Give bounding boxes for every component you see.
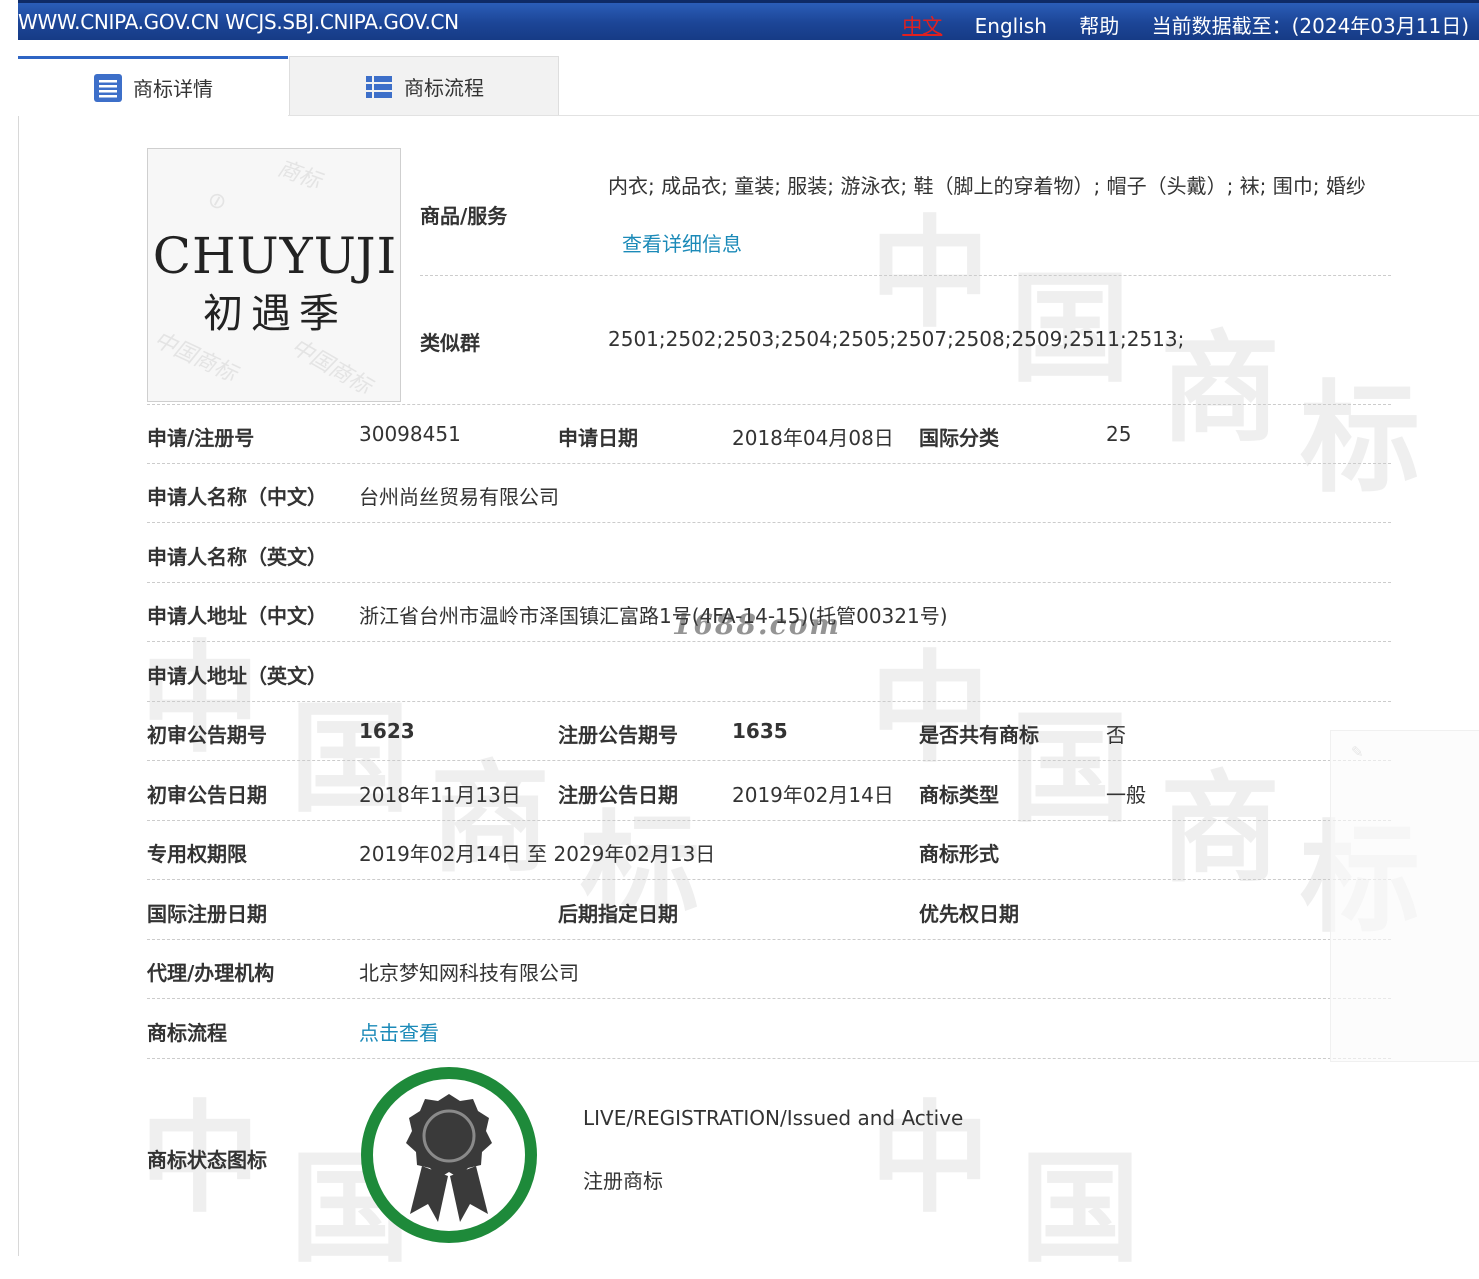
- divider: [147, 522, 1391, 523]
- shared-label: 是否共有商标: [919, 723, 1039, 747]
- term-value: 2019年02月14日 至 2029年02月13日: [359, 842, 716, 866]
- divider: [147, 1058, 1391, 1059]
- similar-group-value: 2501;2502;2503;2504;2505;2507;2508;2509;…: [608, 327, 1185, 351]
- divider: [147, 463, 1391, 464]
- top-header-bar: WWW.CNIPA.GOV.CN WCJS.SBJ.CNIPA.GOV.CN 中…: [18, 0, 1479, 40]
- divider: [147, 760, 1391, 761]
- divider: [147, 939, 1391, 940]
- site-watermark: 1688.com: [672, 608, 842, 641]
- side-panel-icon: ✎: [1351, 743, 1364, 761]
- agent-value: 北京梦知网科技有限公司: [359, 961, 579, 985]
- divider: [147, 641, 1391, 642]
- goods-value: 内衣; 成品衣; 童装; 服装; 游泳衣; 鞋（脚上的穿着物）; 帽子（头戴）;…: [608, 174, 1366, 198]
- tab-flow-label: 商标流程: [404, 76, 484, 100]
- site-urls: WWW.CNIPA.GOV.CN WCJS.SBJ.CNIPA.GOV.CN: [18, 10, 459, 34]
- address-zh-value: 浙江省台州市温岭市泽国镇汇富路1号(4FA-14-15)(托管00321号): [359, 604, 948, 628]
- reg-pub-date-label: 注册公告日期: [558, 783, 678, 807]
- later-date-label: 后期指定日期: [558, 902, 678, 926]
- status-zh-value: 注册商标: [583, 1169, 663, 1193]
- lang-en-link[interactable]: English: [975, 14, 1047, 38]
- applicant-zh-value: 台州尚丝贸易有限公司: [359, 485, 559, 509]
- intl-reg-date-label: 国际注册日期: [147, 902, 267, 926]
- tm-type-value: 一般: [1106, 783, 1146, 807]
- trademark-text-zh: 初遇季: [203, 291, 347, 337]
- top-right-links: 中文 English 帮助 当前数据截至：(2024年03月11日): [876, 10, 1469, 39]
- data-cutoff-text: 当前数据截至：(2024年03月11日): [1151, 14, 1469, 38]
- goods-detail-link[interactable]: 查看详细信息: [622, 228, 742, 257]
- goods-label: 商品/服务: [420, 204, 508, 228]
- intl-class-value: 25: [1106, 422, 1132, 446]
- priority-date-label: 优先权日期: [919, 902, 1019, 926]
- divider: [147, 701, 1391, 702]
- lang-zh-link[interactable]: 中文: [902, 14, 942, 38]
- tab-divider: [288, 115, 1479, 116]
- flow-label: 商标流程: [147, 1021, 227, 1045]
- address-en-label: 申请人地址（英文）: [147, 664, 327, 688]
- tab-trademark-detail[interactable]: 商标详情: [18, 56, 288, 116]
- prelim-no-value: 1623: [359, 719, 415, 743]
- term-label: 专用权期限: [147, 842, 247, 866]
- side-tool-panel[interactable]: ✎: [1330, 730, 1479, 1062]
- divider: [147, 820, 1391, 821]
- status-en-value: LIVE/REGISTRATION/Issued and Active: [583, 1106, 964, 1130]
- tm-form-label: 商标形式: [919, 842, 999, 866]
- prelim-date-label: 初审公告日期: [147, 783, 267, 807]
- applicant-en-label: 申请人名称（英文）: [147, 545, 327, 569]
- app-date-label: 申请日期: [558, 426, 638, 450]
- tab-detail-label: 商标详情: [133, 77, 213, 101]
- divider: [420, 275, 1391, 276]
- document-list-icon: [94, 73, 122, 102]
- prelim-no-label: 初审公告期号: [147, 723, 267, 747]
- reg-no-value: 30098451: [359, 422, 461, 446]
- status-label: 商标状态图标: [147, 1148, 267, 1172]
- trademark-text-en: CHUYUJI: [152, 227, 398, 285]
- flow-view-link[interactable]: 点击查看: [359, 1017, 439, 1046]
- reg-pub-date-value: 2019年02月14日: [732, 783, 894, 807]
- applicant-zh-label: 申请人名称（中文）: [147, 485, 327, 509]
- divider: [147, 582, 1391, 583]
- reg-pub-no-label: 注册公告期号: [558, 723, 678, 747]
- registered-medal-icon: [361, 1067, 537, 1243]
- address-zh-label: 申请人地址（中文）: [147, 604, 327, 628]
- list-icon: [366, 75, 392, 98]
- app-date-value: 2018年04月08日: [732, 426, 894, 450]
- reg-pub-no-value: 1635: [732, 719, 788, 743]
- help-link[interactable]: 帮助: [1079, 14, 1119, 38]
- similar-group-label: 类似群: [420, 331, 480, 355]
- divider: [147, 998, 1391, 999]
- reg-no-label: 申请/注册号: [147, 426, 255, 450]
- divider: [147, 404, 1391, 405]
- prelim-date-value: 2018年11月13日: [359, 783, 521, 807]
- trademark-image: 商标 ⊘ 中国商标 中国商标 CHUYUJI 初遇季: [147, 148, 401, 402]
- tm-type-label: 商标类型: [919, 783, 999, 807]
- shared-value: 否: [1106, 723, 1126, 747]
- agent-label: 代理/办理机构: [147, 961, 275, 985]
- tab-trademark-flow[interactable]: 商标流程: [289, 56, 559, 116]
- intl-class-label: 国际分类: [919, 426, 999, 450]
- divider: [147, 879, 1391, 880]
- tab-bar: 商标详情 商标流程: [18, 56, 559, 116]
